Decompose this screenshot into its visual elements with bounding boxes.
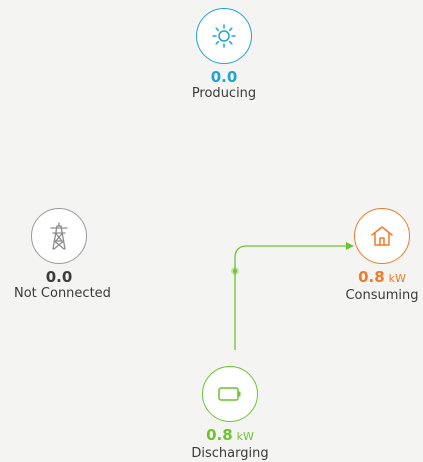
home-value: 0.8 kW bbox=[342, 268, 422, 288]
battery-to-home-flow-line bbox=[234, 245, 346, 350]
solar-status-label: Producing bbox=[191, 86, 257, 101]
battery-value: 0.8 kW bbox=[188, 426, 272, 446]
solar-value: 0.0 bbox=[182, 68, 266, 86]
flow-dot-core bbox=[233, 269, 237, 273]
solar-value-number: 0.0 bbox=[210, 68, 238, 86]
home-value-number: 0.8 bbox=[358, 268, 385, 286]
power-tower-icon bbox=[50, 222, 68, 250]
solar-node[interactable]: 0.0 Producing bbox=[182, 8, 266, 102]
battery-node[interactable]: 0.8 kW Discharging bbox=[188, 366, 272, 462]
home-status-label: Consuming bbox=[345, 288, 419, 303]
energy-flow-diagram: 0.0 Producing 0.0 Not Connected 0.8 kW C… bbox=[0, 0, 423, 462]
battery-status-label: Discharging bbox=[191, 446, 269, 461]
house-icon bbox=[371, 226, 393, 246]
sun-icon bbox=[212, 24, 236, 48]
grid-value: 0.0 bbox=[14, 268, 104, 286]
grid-node[interactable]: 0.0 Not Connected bbox=[14, 208, 111, 302]
battery-circle[interactable] bbox=[202, 366, 258, 422]
battery-value-number: 0.8 bbox=[206, 426, 233, 444]
home-node[interactable]: 0.8 kW Consuming bbox=[342, 208, 422, 304]
solar-circle[interactable] bbox=[196, 8, 252, 64]
home-circle[interactable] bbox=[354, 208, 410, 264]
home-value-unit: kW bbox=[388, 272, 406, 285]
grid-status-label: Not Connected bbox=[14, 286, 111, 301]
battery-value-unit: kW bbox=[236, 430, 254, 443]
battery-icon bbox=[218, 387, 241, 401]
grid-circle[interactable] bbox=[31, 208, 87, 264]
grid-value-number: 0.0 bbox=[45, 268, 73, 286]
